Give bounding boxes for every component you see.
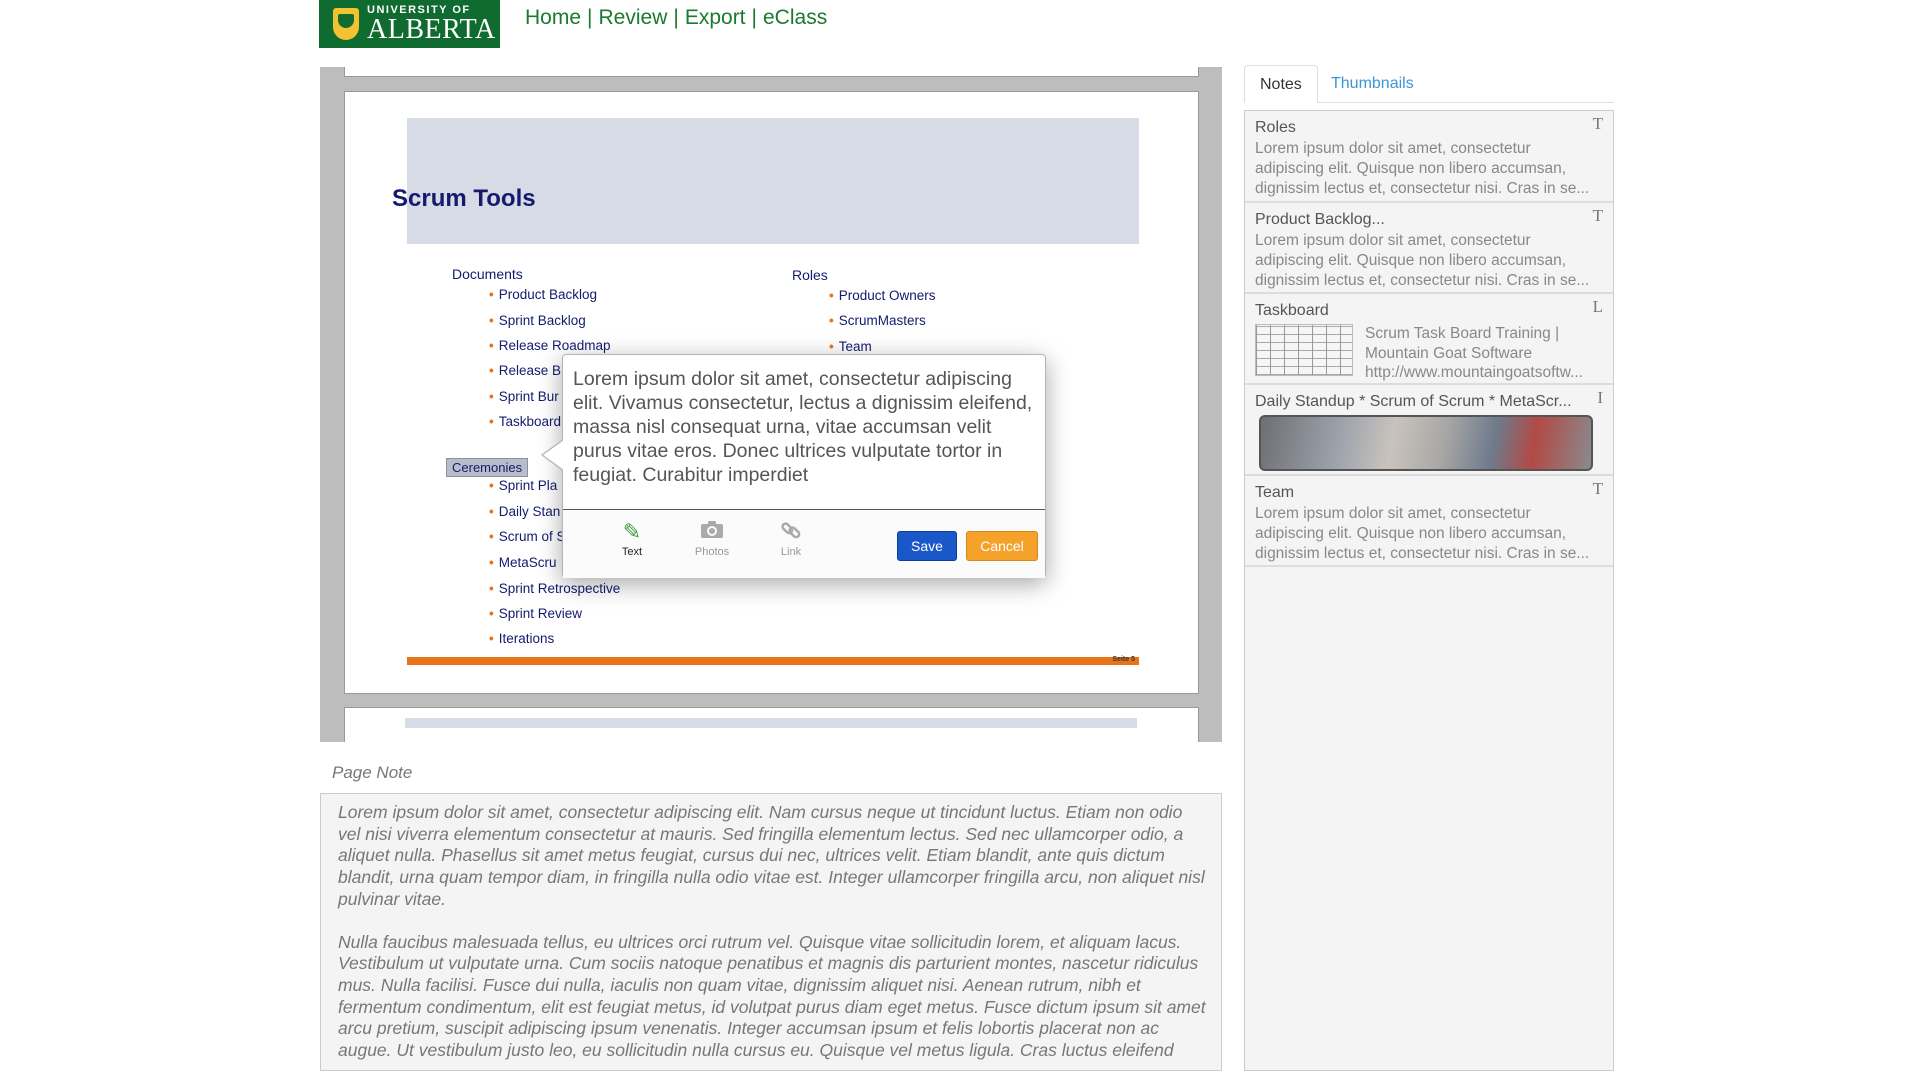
text-note-icon: T xyxy=(1592,114,1603,133)
previous-slide-page[interactable] xyxy=(344,67,1199,77)
link-tool-button[interactable]: Link xyxy=(760,518,822,558)
note-body: Lorem ipsum dolor sit amet, consectetur … xyxy=(1255,140,1590,197)
link-preview: Scrum Task Board Training | Mountain Goa… xyxy=(1365,324,1600,383)
logo-big-text: ALBERTA xyxy=(367,13,496,45)
university-logo[interactable]: UNIVERSITY OF ALBERTA xyxy=(319,0,500,48)
nav-eclass[interactable]: eClass xyxy=(763,6,827,30)
nav-separator: | xyxy=(673,6,679,29)
nav-separator: | xyxy=(587,6,593,29)
note-item[interactable]: Team Lorem ipsum dolor sit amet, consect… xyxy=(1245,476,1613,567)
note-body: Lorem ipsum dolor sit amet, consectetur … xyxy=(1255,232,1590,289)
note-title: Daily Standup * Scrum of Scrum * MetaScr… xyxy=(1255,393,1572,410)
ceremonies-highlight[interactable]: Ceremonies xyxy=(446,458,529,477)
note-text-area[interactable]: Lorem ipsum dolor sit amet, consectetur … xyxy=(573,367,1039,487)
slide-bullet: • MetaScru xyxy=(489,555,557,570)
note-editor-toolbar: ✎ Text Photos Link Save Cancel xyxy=(563,509,1045,578)
camera-icon xyxy=(681,518,743,546)
slide-bullet: • Team xyxy=(829,339,872,354)
slide-bullet: • Sprint Bur xyxy=(489,389,559,404)
note-editor-popup: Lorem ipsum dolor sit amet, consectetur … xyxy=(541,354,1046,578)
note-item[interactable]: Taskboard Scrum Task Board Training | Mo… xyxy=(1245,294,1613,385)
photo-thumbnail xyxy=(1259,415,1593,471)
nav-home[interactable]: Home xyxy=(525,6,581,30)
link-title: Scrum Task Board Training | Mountain Goa… xyxy=(1365,325,1560,362)
cancel-button[interactable]: Cancel xyxy=(966,531,1038,561)
text-note-icon: T xyxy=(1592,206,1603,225)
slide-bullet: • ScrumMasters xyxy=(829,313,926,328)
page-note-textarea[interactable]: Lorem ipsum dolor sit amet, consectetur … xyxy=(320,793,1222,1071)
slide-bullet: • Sprint Pla xyxy=(489,478,558,493)
nav-review[interactable]: Review xyxy=(599,6,668,30)
slide-page-number: Seite 5 xyxy=(1112,656,1135,663)
note-item[interactable]: Product Backlog... Lorem ipsum dolor sit… xyxy=(1245,203,1613,294)
slide-bullet: • Daily Stan xyxy=(489,504,561,519)
documents-heading: Documents xyxy=(452,266,523,282)
link-icon xyxy=(760,518,822,546)
page-note-paragraph: Lorem ipsum dolor sit amet, consectetur … xyxy=(338,802,1205,909)
link-preview-thumbnail xyxy=(1255,324,1353,376)
page-note-paragraph: Nulla faucibus malesuada tellus, eu ultr… xyxy=(338,931,1206,1061)
notes-list: Roles Lorem ipsum dolor sit amet, consec… xyxy=(1244,110,1614,1071)
slide-bullet: • Product Owners xyxy=(829,288,936,303)
link-note-icon: L xyxy=(1592,297,1603,316)
slide-bullet: • Scrum of S xyxy=(489,529,566,544)
nav-export[interactable]: Export xyxy=(685,6,746,30)
slide-header-band xyxy=(407,118,1139,244)
slide-bullet: • Release Roadmap xyxy=(489,338,611,353)
slide-footer-bar: Seite 5 xyxy=(407,656,1139,665)
crest-icon xyxy=(333,8,359,40)
slide-bullet: • Sprint Backlog xyxy=(489,313,586,328)
main-nav: Home | Review | Export | eClass xyxy=(525,6,827,30)
note-title: Taskboard xyxy=(1255,302,1329,319)
slide-bullet: • Sprint Review xyxy=(489,606,583,621)
tab-thumbnails[interactable]: Thumbnails xyxy=(1316,65,1429,103)
note-title: Roles xyxy=(1255,119,1296,136)
slide-bullet: • Product Backlog xyxy=(489,287,598,302)
slide-bullet: • Taskboard xyxy=(489,414,562,429)
side-panel-tabs: Notes Thumbnails xyxy=(1244,65,1614,103)
save-button[interactable]: Save xyxy=(897,531,957,561)
photos-tool-label: Photos xyxy=(694,546,730,558)
next-slide-page[interactable] xyxy=(344,707,1199,742)
nav-separator: | xyxy=(751,6,757,29)
note-item[interactable]: Daily Standup * Scrum of Scrum * MetaScr… xyxy=(1245,385,1613,476)
text-note-icon: T xyxy=(1592,479,1603,498)
slide-bullet: • Release B xyxy=(489,363,562,378)
link-tool-label: Link xyxy=(780,546,802,558)
slide-title: Scrum Tools xyxy=(392,185,536,212)
tab-notes[interactable]: Notes xyxy=(1244,65,1318,103)
slide-bullet: • Iterations xyxy=(489,631,555,646)
note-item[interactable]: Roles Lorem ipsum dolor sit amet, consec… xyxy=(1245,111,1613,203)
text-tool-button[interactable]: ✎ Text xyxy=(601,518,663,558)
roles-heading: Roles xyxy=(792,267,828,283)
note-title: Product Backlog... xyxy=(1255,211,1385,228)
image-note-icon: I xyxy=(1597,388,1603,407)
photos-tool-button[interactable]: Photos xyxy=(681,518,743,558)
note-title: Team xyxy=(1255,484,1295,501)
text-tool-label: Text xyxy=(621,546,643,558)
link-url: http://www.mountaingoatsoftw... xyxy=(1365,364,1583,381)
pencil-icon: ✎ xyxy=(622,519,642,544)
page-note-label: Page Note xyxy=(332,763,413,782)
slide-bullet: • Sprint Retrospective xyxy=(489,581,621,596)
note-body: Lorem ipsum dolor sit amet, consectetur … xyxy=(1255,505,1590,562)
